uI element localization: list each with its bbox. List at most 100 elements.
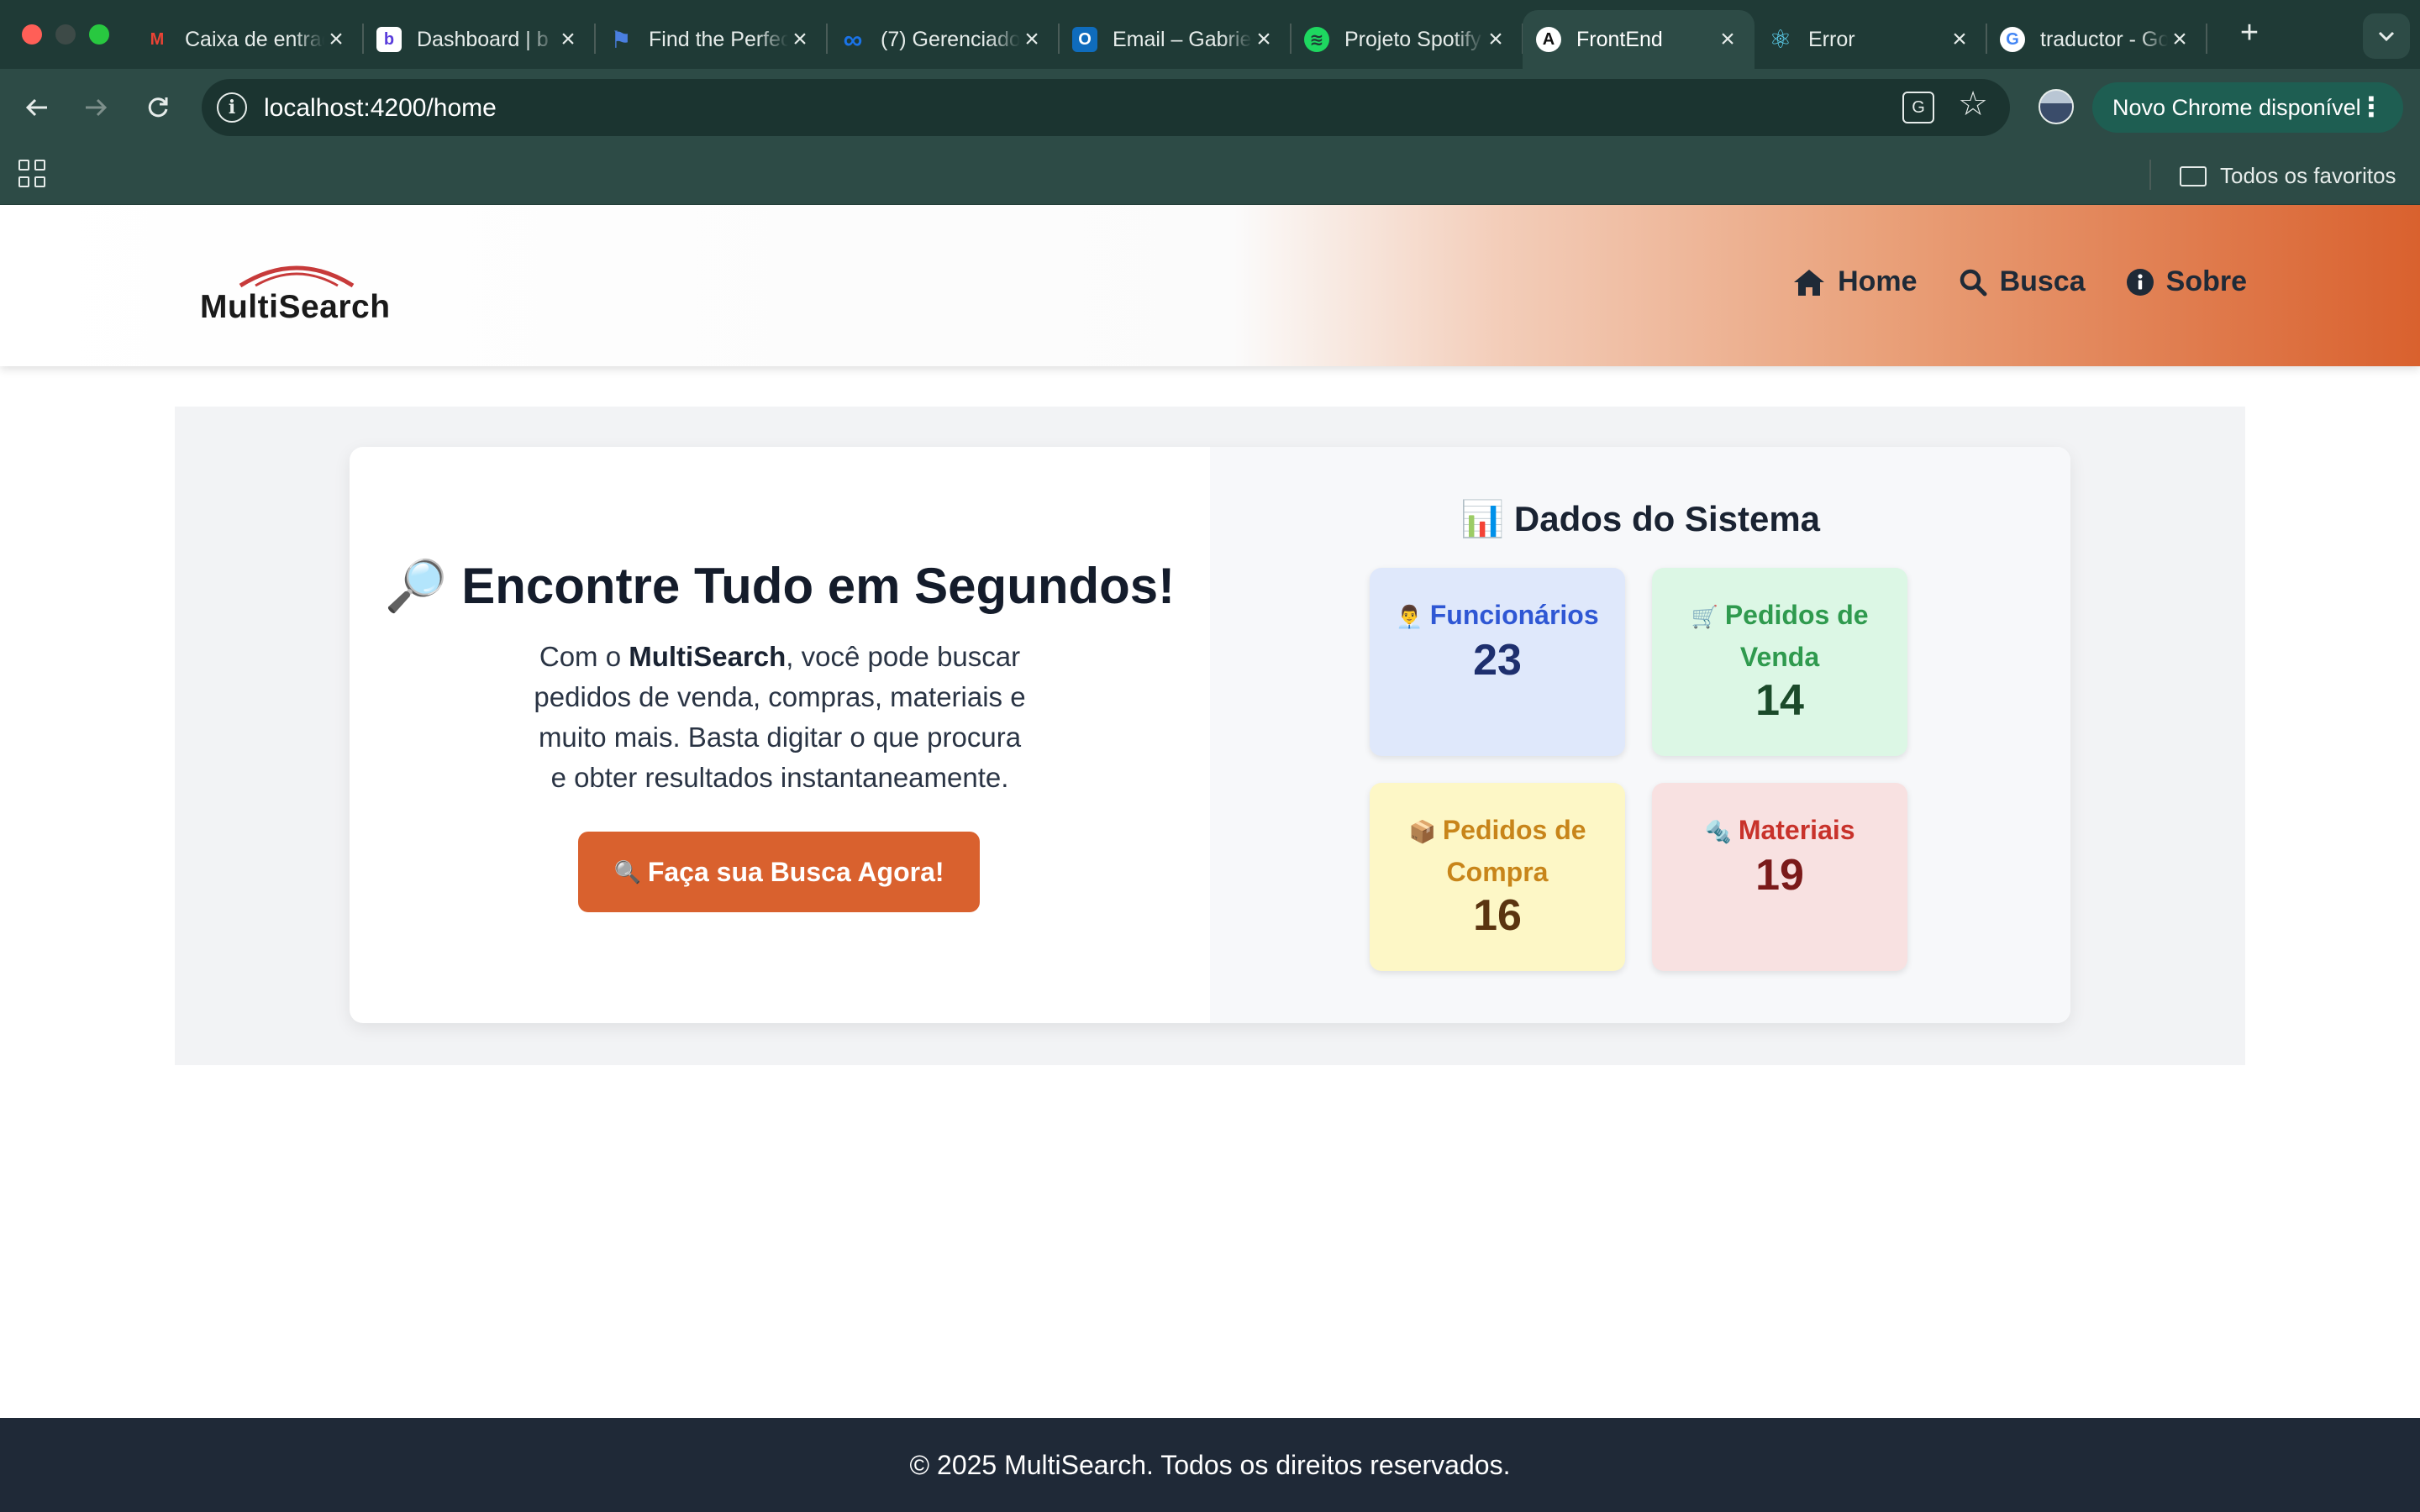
browser-tab-strip: M Caixa de entrada × b Dashboard | b × ⚑… [0, 0, 2420, 69]
browser-tab[interactable]: O Email – Gabriel × [1059, 10, 1292, 69]
nav-home-link[interactable]: Home [1792, 265, 1918, 298]
nav-sobre-label: Sobre [2165, 265, 2247, 297]
stat-value: 14 [1755, 676, 1804, 725]
stat-card-pedidos-compra[interactable]: 📦 Pedidos de Compra 16 [1370, 783, 1625, 971]
close-window-button[interactable] [22, 24, 42, 45]
address-bar[interactable]: i localhost:4200/home G ☆ [202, 79, 2010, 136]
stat-value: 23 [1473, 636, 1522, 685]
minimize-window-button[interactable] [55, 24, 76, 45]
browser-tab[interactable]: M Caixa de entrada × [131, 10, 364, 69]
tab-title: Caixa de entrada [185, 27, 324, 51]
arrow-right-icon [86, 98, 108, 117]
chrome-update-button[interactable]: Novo Chrome disponível ⋮ [2092, 82, 2403, 133]
bookmark-star-icon[interactable]: ☆ [1958, 87, 1988, 121]
tab-title: Find the Perfect [649, 27, 788, 51]
browser-tab[interactable]: ∞ (7) Gerenciador × [827, 10, 1060, 69]
back-button[interactable] [17, 87, 57, 128]
close-tab-icon[interactable]: × [1948, 27, 1971, 52]
close-tab-icon[interactable]: × [1484, 27, 1507, 52]
browser-toolbar: i localhost:4200/home G ☆ Novo Chrome di… [0, 69, 2420, 146]
browser-tab-active[interactable]: A FrontEnd × [1523, 10, 1754, 69]
main-nav: Home Busca Sobre [1792, 265, 2247, 298]
stat-label: 🛒 Pedidos de Venda [1652, 568, 1907, 677]
logo-text: MultiSearch [200, 289, 391, 325]
multisearch-logo[interactable]: MultiSearch [200, 255, 393, 325]
stat-card-materiais[interactable]: 🔩 Materiais 19 [1652, 783, 1907, 971]
bookmarks-bar: Todos os favoritos [0, 146, 2420, 205]
profile-avatar[interactable] [2039, 89, 2074, 124]
browser-tab[interactable]: b Dashboard | b × [363, 10, 596, 69]
tab-title: (7) Gerenciador [881, 27, 1020, 51]
close-tab-icon[interactable]: × [788, 27, 812, 52]
stat-label-text: Pedidos de Compra [1442, 815, 1586, 887]
nav-busca-label: Busca [1999, 265, 2086, 297]
hero-card: 🔎 Encontre Tudo em Segundos! Com o Multi… [350, 447, 2070, 1023]
stat-value: 19 [1755, 851, 1804, 900]
reload-button[interactable] [138, 87, 178, 128]
stat-card-funcionarios[interactable]: 👨‍💼 Funcionários 23 [1370, 568, 1625, 756]
stat-label-text: Funcionários [1429, 600, 1599, 630]
app-header: MultiSearch Home Busca Sobre [0, 205, 2420, 366]
nav-home-label: Home [1838, 265, 1918, 297]
translate-icon[interactable]: G [1902, 92, 1934, 123]
apps-grid-icon[interactable] [18, 160, 47, 188]
nav-busca-link[interactable]: Busca [1958, 265, 2086, 298]
nav-sobre-link[interactable]: Sobre [2126, 265, 2247, 298]
employee-icon: 👨‍💼 [1396, 604, 1423, 629]
browser-tab[interactable]: ⚑ Find the Perfect × [595, 10, 828, 69]
outlook-icon: O [1072, 27, 1097, 52]
all-bookmarks-folder[interactable]: Todos os favoritos [2180, 163, 2396, 189]
new-tab-button[interactable]: + [2232, 15, 2267, 50]
site-info-icon[interactable]: i [217, 92, 247, 123]
hero-description: Com o MultiSearch, você pode buscar pedi… [528, 637, 1032, 798]
bar-chart-icon: 📊 [1460, 499, 1505, 538]
bookmarks-divider [2149, 160, 2151, 190]
stat-label: 📦 Pedidos de Compra [1370, 783, 1625, 892]
stats-title: 📊 Dados do Sistema [1210, 499, 2070, 540]
bolt-icon: 🔩 [1704, 819, 1732, 844]
tab-title: Projeto Spotify [1344, 27, 1481, 51]
stat-label: 👨‍💼 Funcionários [1370, 568, 1625, 637]
tab-title: traductor - Google [2040, 27, 2168, 51]
hero-brand-name: MultiSearch [629, 641, 786, 672]
flag-icon: ⚑ [610, 26, 632, 53]
search-icon [1960, 269, 1987, 296]
all-bookmarks-label: Todos os favoritos [2220, 163, 2396, 188]
maximize-window-button[interactable] [89, 24, 109, 45]
gmail-icon: M [150, 29, 165, 49]
search-icon: 🔍 [613, 858, 641, 885]
tab-title: FrontEnd [1576, 27, 1663, 51]
stat-label: 🔩 Materiais [1652, 783, 1907, 852]
browser-tab[interactable]: ⚛ Error × [1754, 10, 1987, 69]
arrow-left-icon [25, 98, 47, 117]
tab-title: Dashboard | b [417, 27, 549, 51]
close-tab-icon[interactable]: × [1020, 27, 1044, 52]
search-now-button[interactable]: 🔍 Faça sua Busca Agora! [578, 832, 980, 912]
page-footer: © 2025 MultiSearch. Todos os direitos re… [0, 1418, 2420, 1512]
hero-section: 🔎 Encontre Tudo em Segundos! Com o Multi… [350, 447, 1210, 1023]
magnifier-icon: 🔎 [384, 558, 448, 614]
stat-card-pedidos-venda[interactable]: 🛒 Pedidos de Venda 14 [1652, 568, 1907, 756]
forward-button[interactable] [76, 87, 116, 128]
hero-text-prefix: Com o [539, 641, 629, 672]
package-icon: 📦 [1408, 819, 1436, 844]
close-tab-icon[interactable]: × [2168, 27, 2191, 52]
close-tab-icon[interactable]: × [556, 27, 580, 52]
browser-tab[interactable]: G traductor - Google × [1986, 10, 2207, 69]
hero-title-text: Encontre Tudo em Segundos! [461, 558, 1176, 614]
browser-tab[interactable]: ≋ Projeto Spotify × [1291, 10, 1523, 69]
home-icon [1794, 269, 1825, 296]
system-stats-section: 📊 Dados do Sistema 👨‍💼 Funcionários 23 🛒 P… [1210, 447, 2070, 1023]
close-tab-icon[interactable]: × [324, 27, 348, 52]
tab-search-button[interactable] [2363, 13, 2410, 59]
more-menu-icon[interactable]: ⋮ [2358, 91, 2385, 123]
chevron-down-icon [2378, 31, 2395, 42]
tab-list: M Caixa de entrada × b Dashboard | b × ⚑… [131, 10, 2207, 69]
footer-copyright: © 2025 MultiSearch. Todos os direitos re… [909, 1449, 1511, 1480]
close-tab-icon[interactable]: × [1252, 27, 1276, 52]
url-text[interactable]: localhost:4200/home [264, 94, 497, 123]
update-label: Novo Chrome disponível [2112, 94, 2361, 120]
close-tab-icon[interactable]: × [1716, 27, 1739, 52]
google-icon: G [2000, 27, 2025, 52]
folder-icon [2180, 165, 2207, 186]
